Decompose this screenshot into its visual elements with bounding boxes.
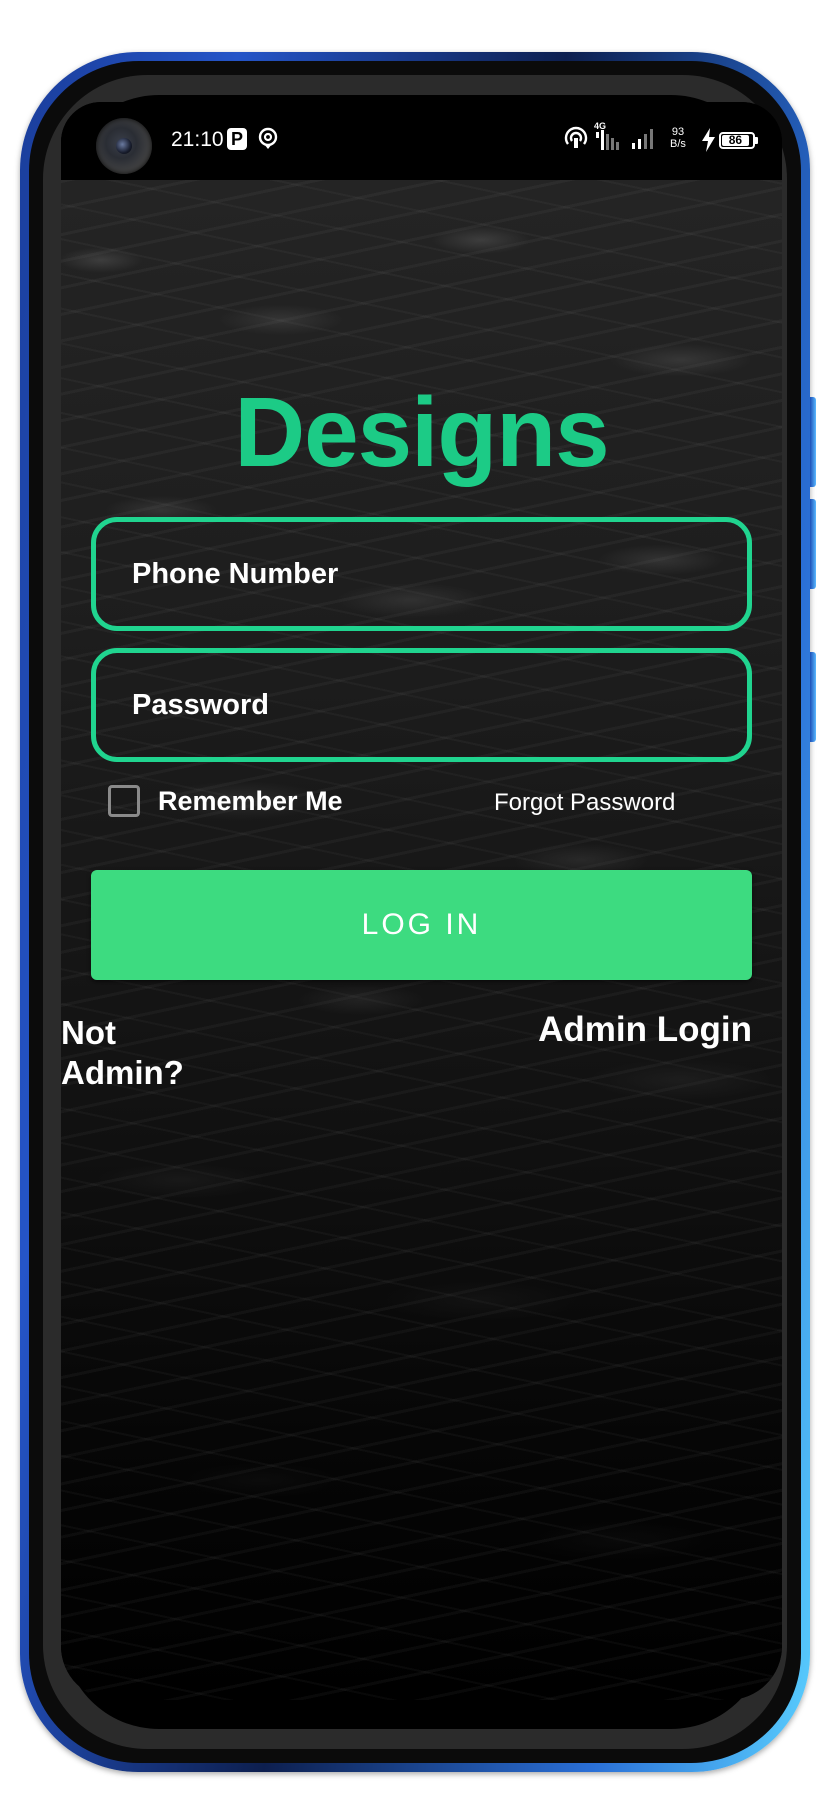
login-screen: Designs Phone Number Password Remember M… — [61, 180, 782, 1700]
signal-4g-icon: 4G — [594, 120, 620, 157]
signal-strength-icon — [631, 126, 657, 155]
hotspot-icon — [563, 126, 589, 157]
password-placeholder: Password — [132, 689, 269, 721]
parking-app-icon: P — [227, 128, 247, 150]
admin-login-link[interactable]: Admin Login — [538, 1010, 752, 1050]
app-title: Designs — [234, 377, 609, 487]
battery-icon: 86 — [719, 132, 755, 149]
remember-row: Remember Me Forgot Password — [61, 782, 782, 822]
not-admin-label: Not Admin? — [61, 1014, 184, 1091]
phone-number-input[interactable]: Phone Number — [91, 517, 752, 631]
front-camera — [96, 118, 152, 174]
volume-up-button — [810, 397, 816, 487]
status-time: 21:10 — [171, 128, 224, 151]
phone-number-placeholder: Phone Number — [132, 558, 339, 590]
forgot-password-link[interactable]: Forgot Password — [494, 789, 675, 817]
network-speed: 93 B/s — [670, 126, 686, 150]
login-button[interactable]: LOG IN — [91, 870, 752, 980]
volume-down-button — [810, 499, 816, 589]
location-pin-icon — [256, 126, 280, 155]
charging-bolt-icon — [701, 128, 717, 157]
remember-me-label[interactable]: Remember Me — [158, 786, 343, 817]
power-button — [810, 652, 816, 742]
battery-level: 86 — [722, 134, 749, 146]
status-bar: 21:10 P 4G 93 B/s 86 — [61, 102, 782, 180]
phone-screen: 21:10 P 4G 93 B/s 86 Designs Phone Numbe… — [61, 102, 782, 1700]
svg-text:4G: 4G — [594, 121, 606, 131]
password-input[interactable]: Password — [91, 648, 752, 762]
remember-me-checkbox[interactable] — [108, 785, 140, 817]
